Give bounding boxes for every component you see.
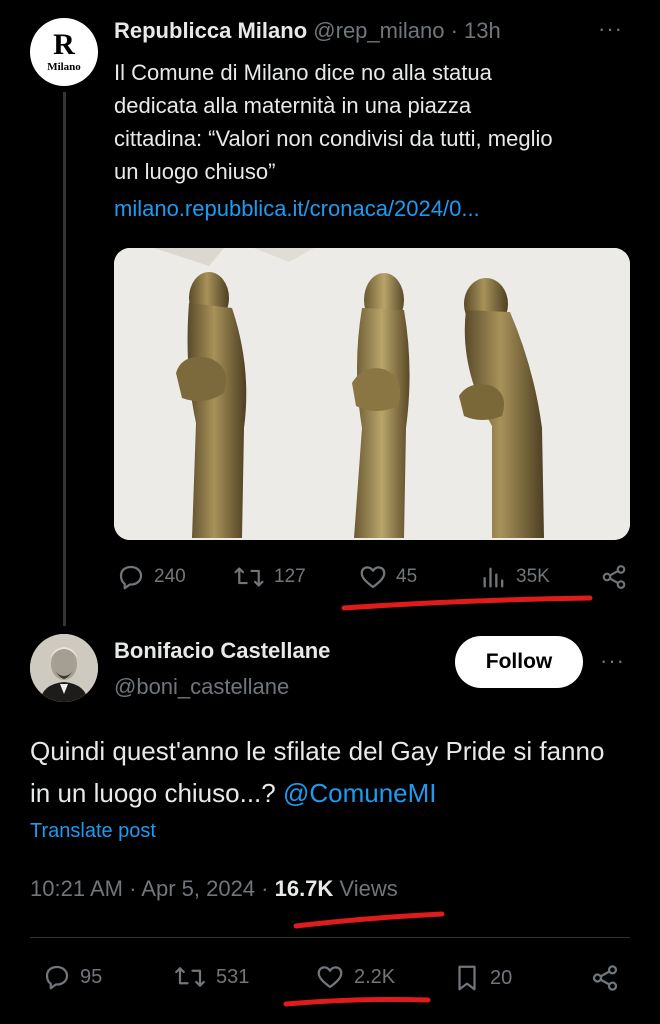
- like-button[interactable]: 45: [358, 562, 417, 592]
- red-underline-mark: [293, 911, 445, 929]
- like-icon: [317, 966, 343, 989]
- repost-count: 127: [274, 566, 306, 587]
- views-label: Views: [333, 876, 398, 901]
- separator: ·: [444, 18, 465, 43]
- like-icon: [360, 566, 386, 589]
- tweet-media-image[interactable]: [114, 248, 630, 540]
- reply-icon: [45, 965, 69, 990]
- translate-post-link[interactable]: Translate post: [30, 820, 156, 843]
- repost-count: 531: [216, 965, 250, 988]
- reply-count: 95: [80, 965, 103, 988]
- views-button[interactable]: 35K: [480, 562, 550, 592]
- reply-button[interactable]: 95: [42, 962, 102, 992]
- views-icon: [483, 567, 504, 588]
- author-handle[interactable]: @rep_milano: [313, 18, 444, 43]
- views-count: 35K: [516, 566, 550, 587]
- author-handle[interactable]: @boni_castellane: [114, 674, 289, 700]
- more-options-icon[interactable]: ···: [600, 648, 625, 674]
- reply-count: 240: [154, 566, 186, 587]
- avatar-logo-letter: R: [53, 28, 75, 61]
- author-name[interactable]: Bonifacio Castellane: [114, 638, 330, 664]
- tweet-text: Quindi quest'anno le sfilate del Gay Pri…: [30, 730, 630, 814]
- like-count: 45: [396, 566, 418, 587]
- divider: [30, 937, 630, 938]
- mention-link[interactable]: @ComuneMI: [283, 778, 437, 808]
- tweet-header: Republicca Milano @rep_milano · 13h: [114, 18, 501, 44]
- more-options-icon[interactable]: ···: [598, 16, 623, 42]
- red-underline-mark: [341, 595, 593, 611]
- bookmark-count: 20: [490, 966, 513, 989]
- views-count: 16.7K: [274, 876, 334, 901]
- share-button[interactable]: [600, 562, 628, 592]
- follow-button[interactable]: Follow: [455, 636, 583, 688]
- tweet-meta: 10:21 AM · Apr 5, 2024 · 16.7K Views: [30, 876, 398, 902]
- tweet-time[interactable]: 13h: [464, 18, 501, 43]
- repost-icon: [175, 967, 205, 987]
- article-link[interactable]: milano.repubblica.it/cronaca/2024/0...: [114, 196, 480, 222]
- timestamp[interactable]: 10:21 AM · Apr 5, 2024 ·: [30, 876, 275, 901]
- bookmark-icon: [458, 965, 476, 991]
- share-icon: [602, 565, 626, 589]
- reply-button[interactable]: 240: [116, 562, 186, 592]
- bookmark-button[interactable]: 20: [452, 962, 512, 994]
- tweet-text: Il Comune di Milano dice no alla statua …: [114, 60, 553, 184]
- repost-button[interactable]: 127: [232, 562, 306, 592]
- bonifacio-avatar[interactable]: [30, 634, 98, 702]
- portrait-photo: [30, 634, 98, 702]
- share-icon: [592, 965, 618, 991]
- like-count: 2.2K: [354, 965, 396, 988]
- like-button[interactable]: 2.2K: [314, 962, 395, 992]
- share-button[interactable]: [590, 962, 620, 994]
- red-underline-mark: [283, 997, 431, 1007]
- thread-line: [63, 92, 66, 626]
- reply-icon: [119, 565, 143, 590]
- repost-icon: [234, 567, 264, 587]
- republica-milano-avatar[interactable]: R Milano: [30, 18, 98, 86]
- author-name[interactable]: Republicca Milano: [114, 18, 307, 43]
- statue-photo: [114, 248, 630, 540]
- avatar-logo-sub: Milano: [47, 61, 81, 73]
- repost-button[interactable]: 531: [172, 962, 249, 992]
